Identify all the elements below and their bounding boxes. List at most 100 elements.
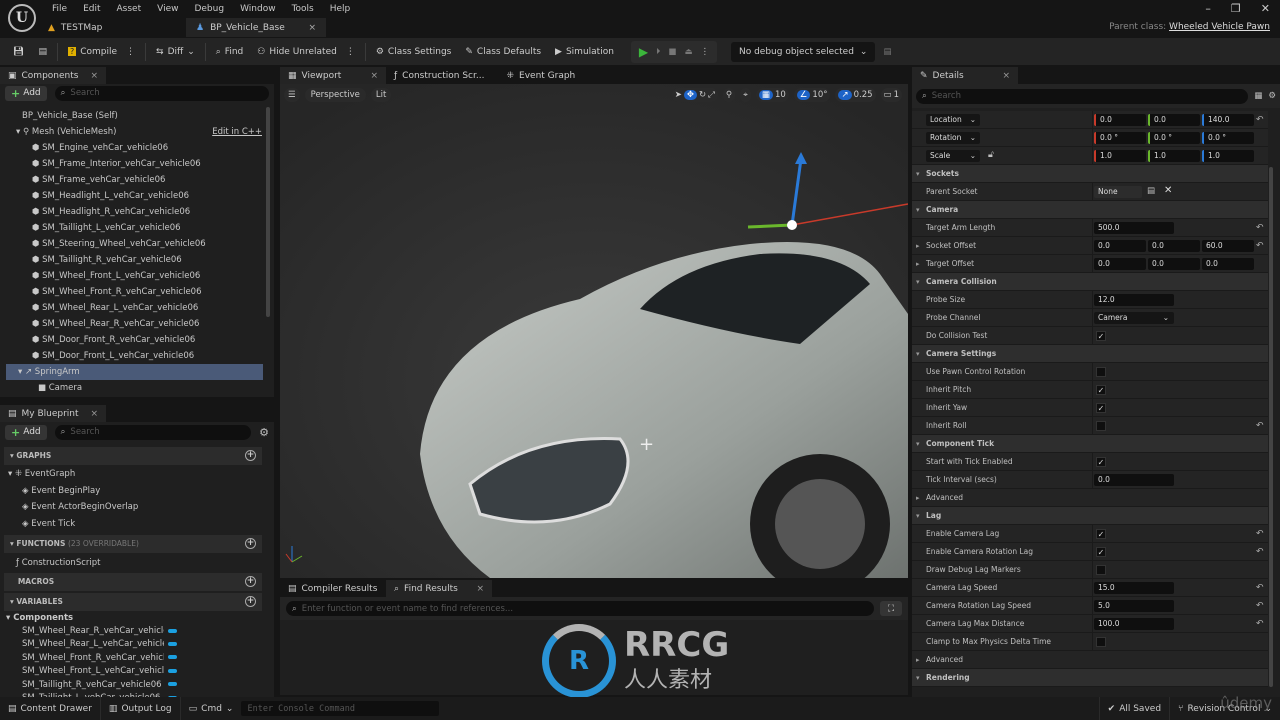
settings-gear-icon[interactable]: ⚙ — [259, 426, 269, 439]
tree-item-component[interactable]: ⬢ SM_Headlight_L_vehCar_vehicle06 — [32, 188, 189, 204]
value-field-z[interactable]: 0.0 — [1202, 258, 1254, 270]
diff-button[interactable]: ⇆ Diff ⌄ — [149, 41, 202, 63]
tree-item-component[interactable]: ⬢ SM_Steering_Wheel_vehCar_vehicle06 — [32, 236, 206, 252]
menu-help[interactable]: Help — [322, 2, 359, 16]
tree-item-component[interactable]: ⬢ SM_Door_Front_R_vehCar_vehicle06 — [32, 332, 195, 348]
details-search-input[interactable]: ⌕ Search — [916, 88, 1249, 104]
close-window-icon[interactable]: ✕ — [1261, 2, 1270, 15]
minimize-icon[interactable]: – — [1205, 2, 1211, 15]
tree-item-component[interactable]: ⬢ SM_Taillight_L_vehCar_vehicle06 — [32, 220, 181, 236]
add-function-icon[interactable]: + — [245, 538, 256, 549]
close-icon[interactable]: × — [90, 409, 98, 419]
value-field-x[interactable]: 1.0 — [1094, 150, 1146, 162]
grid-snap-button[interactable]: ▦ 10 — [755, 88, 789, 102]
value-field-z[interactable]: 60.0 — [1202, 240, 1254, 252]
simulation-button[interactable]: ▶ Simulation — [548, 41, 621, 63]
surface-snap-button[interactable]: ⌖ — [740, 88, 751, 102]
close-icon[interactable]: × — [90, 71, 98, 81]
close-icon[interactable]: × — [308, 23, 316, 33]
close-icon[interactable]: × — [370, 71, 378, 81]
find-references-input[interactable]: ⌕ Enter function or event name to find re… — [286, 601, 874, 616]
details-row-advanced[interactable]: ▸ Advanced — [912, 651, 1268, 669]
tab-components[interactable]: ▣ Components × — [0, 67, 106, 84]
details-row-advanced[interactable]: ▸ Advanced — [912, 489, 1268, 507]
tree-item-mesh[interactable]: ▾ ⚲ Mesh (VehicleMesh) Edit in C++ — [16, 124, 264, 140]
find-button[interactable]: ⌕ Find — [209, 41, 251, 63]
parent-class-link[interactable]: Wheeled Vehicle Pawn — [1169, 22, 1270, 32]
location-mode-dropdown[interactable]: Location ⌄ — [926, 114, 980, 126]
checkbox[interactable]: ✓ — [1096, 529, 1106, 539]
hide-unrelated-button[interactable]: ⚇ Hide Unrelated ⋮ — [250, 41, 362, 63]
parent-socket-field[interactable]: None — [1094, 186, 1142, 198]
scale-icon[interactable]: ⤢ — [708, 90, 715, 100]
number-input[interactable]: 5.0 — [1094, 600, 1174, 612]
browse-button[interactable]: ▤ — [31, 41, 54, 63]
play-icon[interactable]: ▶ — [639, 45, 648, 59]
value-field-x[interactable]: 0.0 — [1094, 114, 1146, 126]
tree-item-component[interactable]: ⬢ SM_Headlight_R_vehCar_vehicle06 — [32, 204, 190, 220]
eject-icon[interactable]: ⏏ — [684, 47, 692, 57]
menu-edit[interactable]: Edit — [75, 2, 108, 16]
graph-eventgraph[interactable]: ▾ ⁜ EventGraph — [8, 466, 75, 482]
more-icon[interactable]: ⋮ — [700, 47, 709, 57]
add-graph-icon[interactable]: + — [245, 450, 256, 461]
world-local-button[interactable]: ⚲ — [722, 88, 736, 102]
event-actorbeginoverlap[interactable]: ◈ Event ActorBeginOverlap — [22, 499, 138, 515]
tree-item-root[interactable]: BP_Vehicle_Base (Self) — [22, 108, 118, 124]
scrollbar[interactable] — [266, 107, 270, 317]
tree-item-component[interactable]: ⬢ SM_Wheel_Front_R_vehCar_vehicle06 — [32, 284, 202, 300]
tree-item-component[interactable]: ⬢ SM_Wheel_Rear_L_vehCar_vehicle06 — [32, 300, 198, 316]
property-matrix-icon[interactable]: ▦ — [1254, 91, 1262, 101]
probe-channel-dropdown[interactable]: Camera ⌄ — [1094, 312, 1174, 324]
value-field-x[interactable]: 0.0 ° — [1094, 132, 1146, 144]
value-field-x[interactable]: 0.0 — [1094, 240, 1146, 252]
checkbox[interactable] — [1096, 637, 1106, 647]
value-field-y[interactable]: 1.0 — [1148, 150, 1200, 162]
perspective-button[interactable]: Perspective — [304, 88, 366, 102]
number-input[interactable]: 15.0 — [1094, 582, 1174, 594]
value-field-y[interactable]: 0.0 — [1148, 240, 1200, 252]
reset-to-default-icon[interactable]: ↶ — [1256, 615, 1264, 633]
add-variable-icon[interactable]: + — [245, 596, 256, 607]
blueprint-search-input[interactable]: ⌕ Search — [54, 424, 252, 440]
scrollbar[interactable] — [1269, 167, 1273, 687]
tree-item-component[interactable]: ⬢ SM_Wheel_Front_L_vehCar_vehicle06 — [32, 268, 200, 284]
menu-tools[interactable]: Tools — [284, 2, 322, 16]
reset-to-default-icon[interactable]: ↶ — [1256, 597, 1264, 615]
details-row-component-tick[interactable]: ▾ Component Tick — [912, 435, 1268, 453]
tree-item-springarm[interactable]: ▾ ↗ SpringArm — [6, 364, 263, 380]
expand-arrow-icon[interactable]: ▸ — [916, 255, 920, 273]
collapse-arrow-icon[interactable]: ▾ — [916, 345, 920, 363]
details-row-camera-settings[interactable]: ▾ Camera Settings — [912, 345, 1268, 363]
close-icon[interactable]: × — [1002, 71, 1010, 81]
value-field-x[interactable]: 0.0 — [1094, 258, 1146, 270]
details-row-lag[interactable]: ▾ Lag — [912, 507, 1268, 525]
menu-file[interactable]: File — [44, 2, 75, 16]
checkbox[interactable]: ✓ — [1096, 385, 1106, 395]
tree-item-component[interactable]: ⬢ SM_Wheel_Rear_R_vehCar_vehicle06 — [32, 316, 199, 332]
collapse-arrow-icon[interactable]: ▾ — [916, 507, 920, 525]
tree-item-component[interactable]: ⬢ SM_Door_Front_L_vehCar_vehicle06 — [32, 348, 194, 364]
checkbox[interactable] — [1096, 367, 1106, 377]
event-tick[interactable]: ◈ Event Tick — [22, 516, 75, 532]
checkbox[interactable]: ✓ — [1096, 457, 1106, 467]
menu-debug[interactable]: Debug — [186, 2, 232, 16]
reset-to-default-icon[interactable]: ↶ — [1256, 543, 1264, 561]
reset-to-default-icon[interactable]: ↶ — [1256, 417, 1264, 435]
section-variables[interactable]: ▾ VARIABLES + — [4, 593, 262, 611]
checkbox[interactable] — [1096, 565, 1106, 575]
class-defaults-button[interactable]: ✎ Class Defaults — [458, 41, 548, 63]
tree-item-component[interactable]: ⬢ SM_Taillight_R_vehCar_vehicle06 — [32, 252, 182, 268]
viewport-menu-button[interactable]: ☰ — [284, 88, 300, 102]
tab-find-results[interactable]: ⌕ Find Results × — [386, 580, 492, 597]
tab-viewport[interactable]: ▦ Viewport × — [280, 67, 386, 84]
save-button[interactable]: 💾︎ — [6, 41, 31, 63]
lit-button[interactable]: Lit — [370, 88, 392, 102]
camera-speed-button[interactable]: ▭ 1 — [880, 88, 902, 102]
reset-to-default-icon[interactable]: ↶ — [1256, 219, 1264, 237]
add-component-button[interactable]: + Add — [5, 85, 47, 101]
tab-construction-script[interactable]: ƒ Construction Scr... — [386, 67, 492, 84]
event-beginplay[interactable]: ◈ Event BeginPlay — [22, 483, 100, 499]
debug-browse-icon[interactable]: ▤ — [883, 47, 891, 57]
output-log-button[interactable]: ▥ Output Log — [101, 697, 181, 720]
